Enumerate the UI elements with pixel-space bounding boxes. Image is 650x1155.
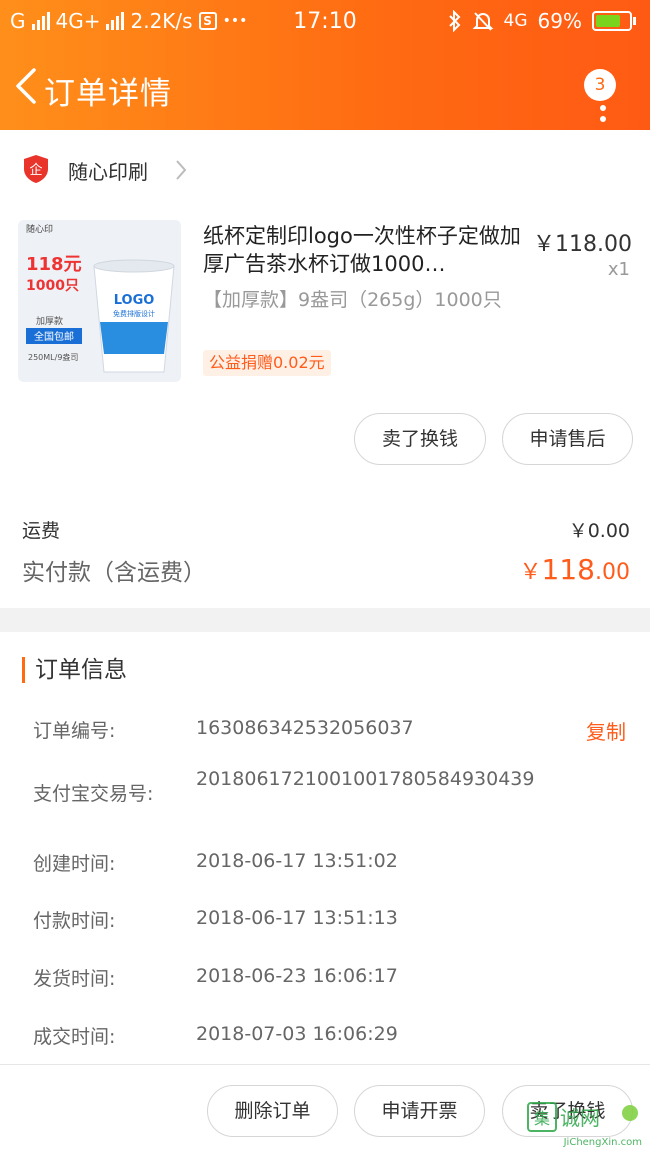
paid-currency: ￥ — [519, 560, 542, 585]
nav-header: 订单详情 3 — [0, 44, 650, 130]
bluetooth-icon — [448, 10, 460, 32]
back-arrow-icon[interactable] — [12, 66, 40, 106]
status-bar: G 4G+ 2.2K/s S ••• 17:10 4G 69% — [0, 0, 650, 44]
enterprise-shop-icon: 企 — [24, 155, 48, 183]
copy-button[interactable]: 复制 — [586, 716, 626, 745]
network-label-2: 4G — [503, 11, 528, 31]
info-value: 2018061721001001780584930439 — [196, 768, 535, 790]
info-value: 2018-06-17 13:51:13 — [196, 907, 398, 929]
product-quantity: x1 — [607, 259, 630, 280]
paid-integer: 118 — [541, 553, 595, 586]
product-title[interactable]: 纸杯定制印logo一次性杯子定做加厚广告茶水杯订做1000… — [203, 222, 521, 278]
thumb-brand: 随心印 — [26, 223, 53, 235]
svg-text:诚网: 诚网 — [560, 1106, 600, 1130]
info-label: 支付宝交易号: — [33, 783, 154, 805]
info-value: 163086342532056037 — [196, 717, 414, 739]
info-value: 2018-07-03 16:06:29 — [196, 1023, 398, 1045]
page-title: 订单详情 — [44, 76, 172, 112]
svg-text:企: 企 — [29, 162, 42, 178]
info-label: 付款时间: — [33, 910, 116, 932]
product-spec: 【加厚款】9盎司（265g）1000只 — [203, 289, 502, 311]
product-price: ￥118.00 — [533, 232, 632, 257]
thumb-shipping: 全国包邮 — [34, 330, 74, 343]
info-value: 2018-06-17 13:51:02 — [196, 850, 398, 872]
shop-row[interactable]: 企 随心印刷 — [0, 130, 650, 210]
sell-for-cash-button[interactable]: 卖了换钱 — [354, 413, 486, 465]
info-label: 发货时间: — [33, 968, 116, 990]
section-divider — [0, 608, 650, 632]
thumb-price: 118元 — [26, 254, 82, 275]
thumb-count: 1000只 — [26, 278, 79, 294]
status-right: 4G 69% — [448, 9, 636, 33]
after-sale-button[interactable]: 申请售后 — [502, 413, 633, 465]
freight-value: ￥0.00 — [568, 520, 630, 542]
paid-value: ￥118.00 — [520, 553, 630, 586]
thumb-cup-sub: 免费排版设计 — [113, 309, 155, 318]
delete-order-button[interactable]: 删除订单 — [207, 1085, 338, 1137]
watermark-logo: 集 诚网 JiChengXin.com — [527, 1102, 642, 1148]
info-label: 创建时间: — [33, 853, 116, 875]
info-value: 2018-06-23 16:06:17 — [196, 965, 398, 987]
info-label: 订单编号: — [33, 720, 116, 742]
thumb-size: 250ML/9盎司 — [28, 352, 78, 362]
request-invoice-button[interactable]: 申请开票 — [354, 1085, 485, 1137]
svg-text:集: 集 — [534, 1109, 550, 1128]
shop-name: 随心印刷 — [68, 160, 148, 184]
more-dots-icon — [600, 94, 606, 127]
charity-tag: 公益捐赠0.02元 — [203, 350, 331, 376]
info-label: 成交时间: — [33, 1026, 116, 1048]
product-thumbnail[interactable]: 随心印 118元 1000只 加厚款 全国包邮 250ML/9盎司 LOGO 免… — [18, 220, 181, 382]
thumb-cup-logo: LOGO — [114, 293, 155, 308]
product-image: 随心印 118元 1000只 加厚款 全国包邮 250ML/9盎司 LOGO 免… — [18, 220, 181, 382]
watermark-text: JiChengXin.com — [563, 1137, 642, 1148]
thumb-variant: 加厚款 — [36, 315, 63, 327]
mute-bell-icon — [472, 12, 493, 31]
paid-decimal: .00 — [595, 560, 630, 585]
battery-percent: 69% — [537, 9, 582, 33]
freight-label: 运费 — [22, 520, 61, 542]
more-menu-button[interactable]: 3 — [584, 64, 624, 124]
order-info-title: 订单信息 — [22, 657, 127, 683]
chevron-right-icon — [176, 160, 187, 180]
battery-icon — [592, 11, 636, 31]
paid-label: 实付款（含运费） — [22, 560, 206, 586]
